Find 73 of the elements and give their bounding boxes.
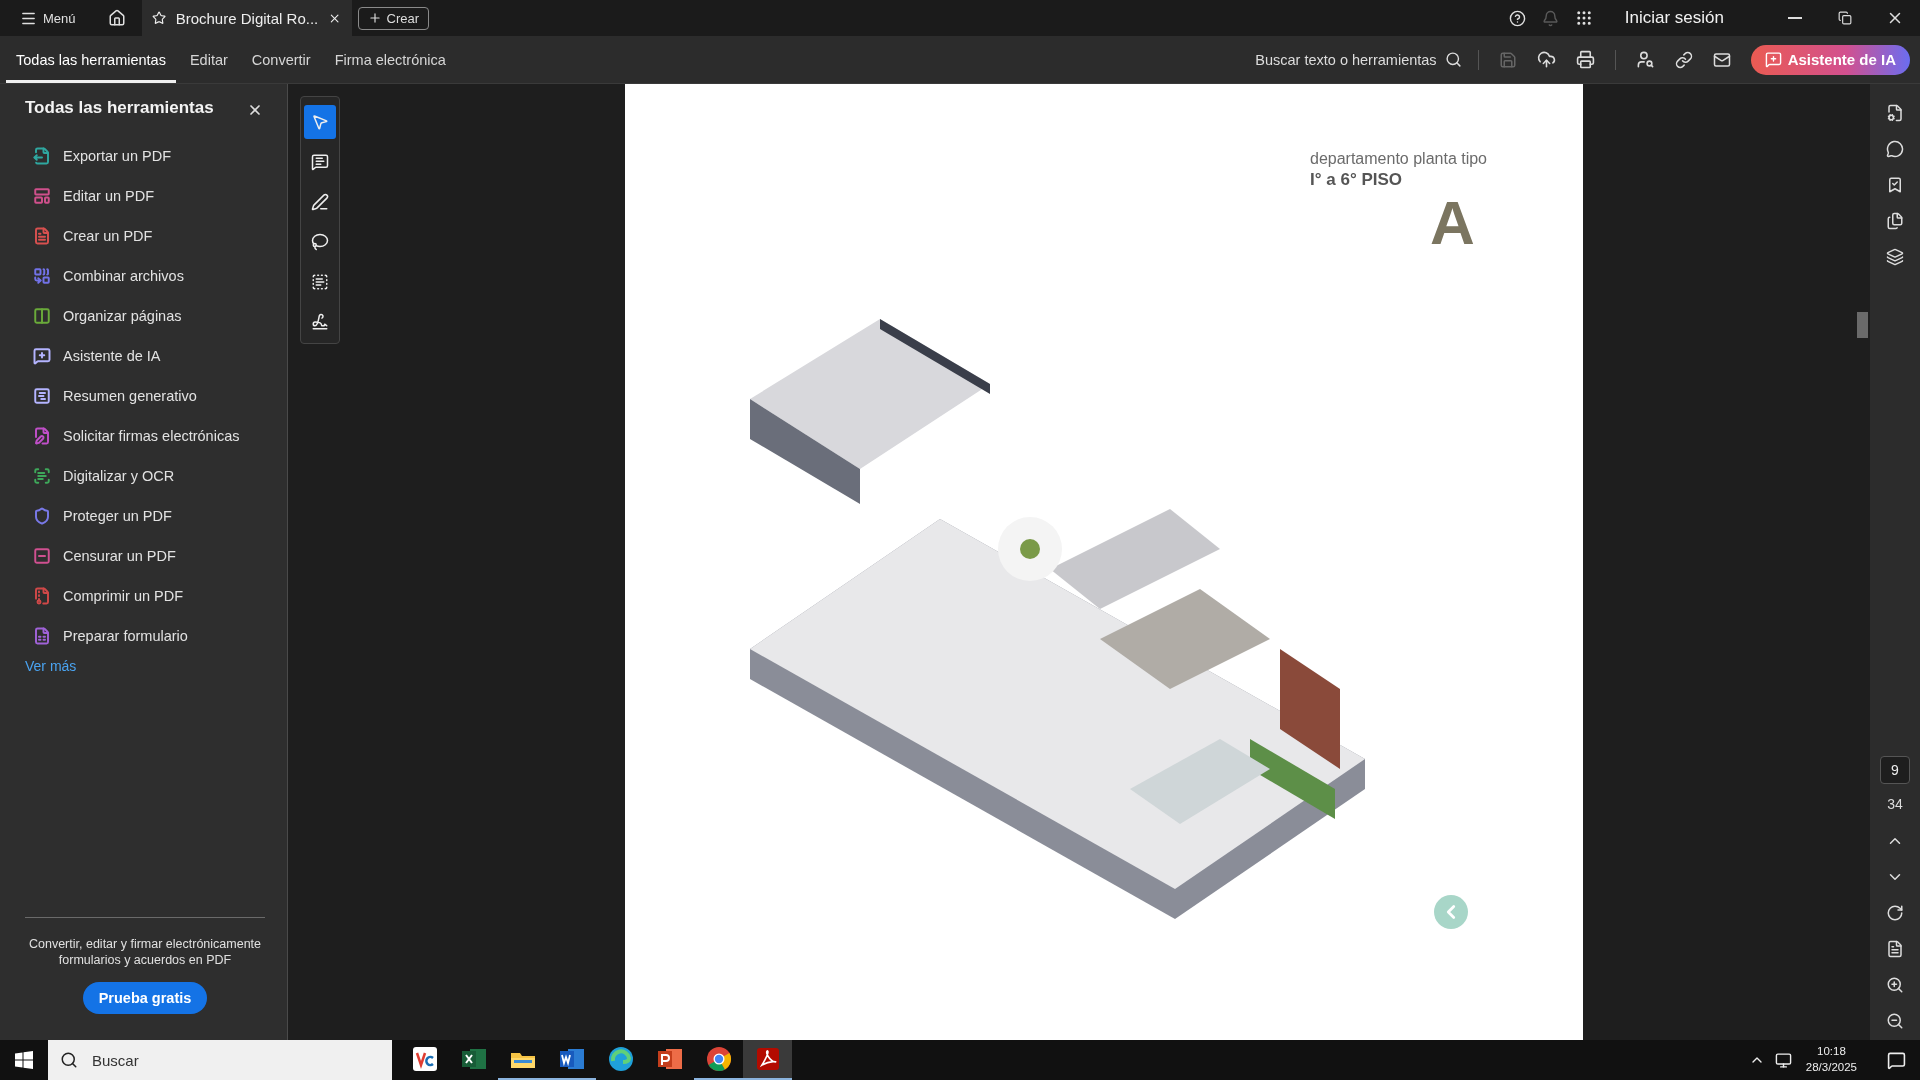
tool-item[interactable]: Solicitar firmas electrónicas: [25, 416, 265, 456]
tool-item[interactable]: Preparar formulario: [25, 616, 265, 656]
page-number-field[interactable]: 9: [1880, 756, 1910, 784]
signature-icon: [311, 313, 329, 331]
edge-app-icon: [606, 1045, 635, 1073]
tool-item[interactable]: Combinar archivos: [25, 256, 265, 296]
create-button[interactable]: Crear: [357, 6, 430, 30]
unit-letter: A: [1430, 192, 1475, 254]
sign-in-button[interactable]: Iniciar sesión: [1618, 7, 1730, 29]
pages-icon: [1886, 212, 1904, 230]
search-button[interactable]: Buscar texto o herramientas: [1249, 50, 1468, 69]
close-icon: [247, 102, 263, 118]
ai-assistant-button[interactable]: Asistente de IA: [1750, 44, 1910, 75]
text-select-icon: [311, 273, 329, 291]
mail-icon: [1712, 50, 1731, 69]
user-search-icon: [1635, 50, 1655, 69]
pen-icon: [311, 193, 329, 211]
tool-item[interactable]: Editar un PDF: [25, 176, 265, 216]
total-pages: 34: [1887, 796, 1903, 812]
vnc-app-icon: [410, 1045, 439, 1073]
restore-icon: [1838, 11, 1852, 25]
lasso-icon: [311, 233, 329, 251]
tool-item[interactable]: Proteger un PDF: [25, 496, 265, 536]
save-icon: [1498, 50, 1517, 69]
bell-icon: [1541, 9, 1559, 27]
document-icon: [1886, 104, 1904, 122]
menu-tab[interactable]: Convertir: [241, 36, 321, 83]
notification-icon[interactable]: [1887, 1050, 1906, 1070]
chat-sparkle-icon: [1764, 51, 1782, 68]
document-tab-title: Brochure Digital Ro...: [175, 9, 319, 27]
zoom-out-icon: [1886, 1012, 1904, 1030]
comment-icon: [311, 153, 329, 171]
comment-icon: [1886, 140, 1904, 158]
tool-item[interactable]: Resumen generativo: [25, 376, 265, 416]
document-icon: [1886, 940, 1904, 958]
network-icon[interactable]: [1774, 1051, 1792, 1069]
bookmark-icon: [1886, 176, 1904, 194]
tool-item[interactable]: Comprimir un PDF: [25, 576, 265, 616]
plus-icon: [367, 11, 382, 25]
tool-item[interactable]: Exportar un PDF: [25, 136, 265, 176]
link-icon: [1674, 50, 1693, 69]
menu-tab[interactable]: Editar: [179, 36, 238, 83]
help-icon: [1508, 9, 1526, 27]
home-icon: [107, 9, 126, 27]
menu-tab[interactable]: Firma electrónica: [324, 36, 456, 83]
promo-text: Convertir, editar y firmar electrónicamente formularios y acuerdos en PDF: [28, 935, 262, 968]
floor-range: I° a 6° PISO: [1310, 170, 1404, 190]
menu-button[interactable]: Menú: [12, 5, 84, 31]
taskbar-app-button[interactable]: [743, 1040, 792, 1080]
minimize-icon: [1788, 17, 1802, 19]
rotate-icon: [1886, 904, 1904, 922]
search-icon: [1444, 51, 1462, 68]
layers-icon: [1886, 248, 1904, 266]
star-icon: [151, 10, 166, 26]
pointer-icon: [311, 113, 329, 131]
cloud-upload-icon: [1536, 50, 1556, 69]
tool-item[interactable]: Asistente de IA: [25, 336, 265, 376]
tool-item[interactable]: Organizar páginas: [25, 296, 265, 336]
tool-item[interactable]: Digitalizar y OCR: [25, 456, 265, 496]
tool-item[interactable]: Crear un PDF: [25, 216, 265, 256]
grid-icon: [1574, 9, 1593, 27]
chrome-app-icon: [704, 1045, 733, 1073]
search-icon: [60, 1051, 78, 1069]
document-tab[interactable]: Brochure Digital Ro...: [141, 0, 352, 36]
page-subtitle: departamento planta tipo: [1310, 150, 1488, 168]
panel-title: Todas las herramientas: [25, 98, 214, 118]
windows-icon: [15, 1051, 33, 1069]
clock[interactable]: 10:18 28/3/2025: [1805, 1044, 1857, 1076]
zoom-in-icon: [1886, 976, 1904, 994]
tool-item[interactable]: Censurar un PDF: [25, 536, 265, 576]
printer-icon: [1575, 50, 1595, 69]
see-more-link[interactable]: Ver más: [25, 658, 77, 674]
free-trial-button[interactable]: Prueba gratis: [82, 982, 208, 1014]
